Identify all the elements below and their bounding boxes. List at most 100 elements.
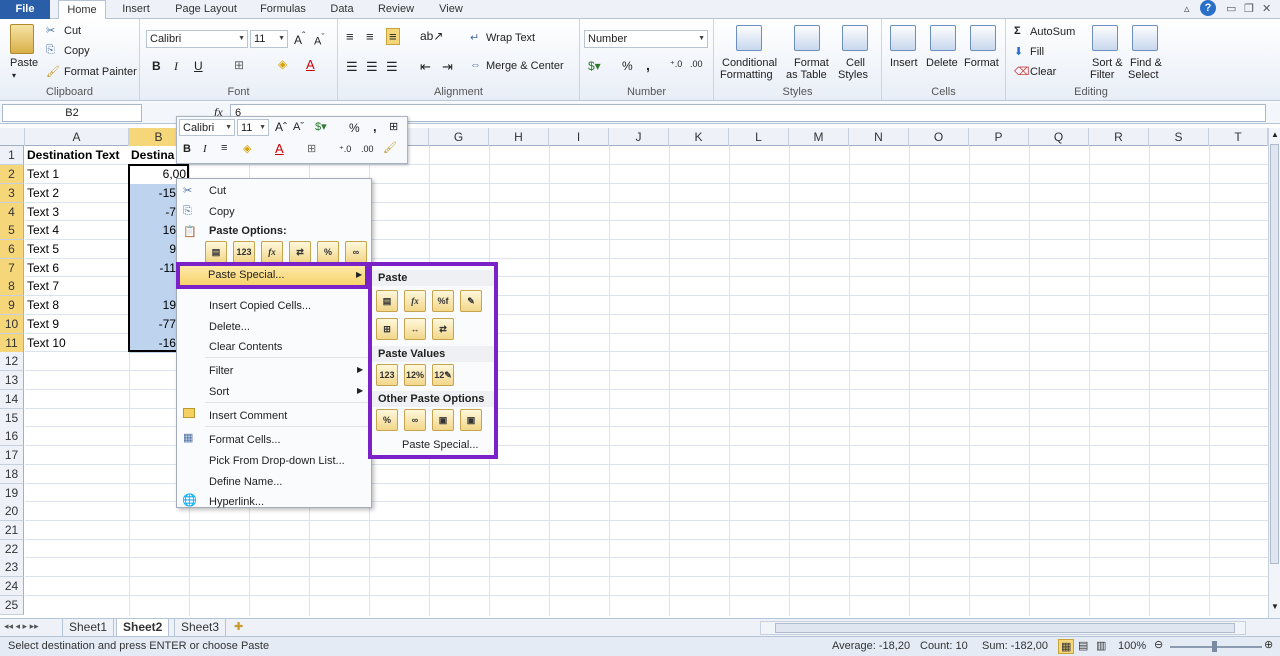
row-header[interactable]: 22 [0,540,24,559]
increase-decimal-icon[interactable]: ⁺.0 [339,144,351,155]
row-header[interactable]: 10 [0,315,24,334]
decrease-decimal-icon[interactable]: .00 [690,59,703,69]
percent-button[interactable]: % [622,59,633,73]
font-color-icon[interactable]: A [275,141,284,156]
page-layout-view-icon[interactable]: ▤ [1078,639,1088,652]
font-name-select[interactable]: Calibri ▼ [146,30,248,48]
select-all-corner[interactable] [0,128,25,146]
paste-values-source-format-icon[interactable]: 12✎ [432,364,454,386]
row-header[interactable]: 3 [0,184,24,203]
menu-item-copy[interactable]: Copy [209,206,235,218]
paste-values-icon[interactable]: 123 [376,364,398,386]
comma-button[interactable]: , [646,57,650,73]
paste-formulas-icon[interactable]: fx [261,241,283,263]
col-header-n[interactable]: N [849,128,909,146]
copy-button[interactable]: Copy [64,45,90,57]
sort-label[interactable]: Sort & [1092,57,1123,69]
col-header-l[interactable]: L [729,128,789,146]
table-cell[interactable]: Text 6 [25,259,59,278]
orientation-icon[interactable]: ab↗ [420,29,443,43]
row-header[interactable]: 8 [0,277,24,296]
menu-item-define-name[interactable]: Define Name... [209,476,282,488]
sheet-tab-2[interactable]: Sheet2 [116,619,170,637]
paste-icon[interactable]: ▤ [205,241,227,263]
row-header[interactable]: 18 [0,465,24,484]
currency-icon[interactable]: $▾ [315,120,327,133]
window-minimize-icon[interactable]: ▭ [1226,2,1236,15]
menu-item-hyperlink[interactable]: Hyperlink... [209,496,264,508]
tab-review[interactable]: Review [370,0,422,19]
tab-page-layout[interactable]: Page Layout [168,0,244,19]
format-painter-button[interactable]: Format Painter [64,66,137,78]
col-header-m[interactable]: M [789,128,849,146]
sheet-nav-icons[interactable]: ◂◂ ◂ ▸ ▸▸ [4,621,39,632]
table-cell[interactable]: Text 7 [25,277,59,296]
number-format-select[interactable]: Number ▼ [584,30,708,48]
paste-formulas-icon[interactable]: fx [404,290,426,312]
row-header[interactable]: 15 [0,409,24,428]
row-header[interactable]: 2 [0,165,24,184]
menu-item-insert-comment[interactable]: Insert Comment [209,410,287,422]
row-header[interactable]: 20 [0,502,24,521]
mini-comma-button[interactable]: , [373,119,377,134]
paste-transpose-icon[interactable]: ⇄ [432,318,454,340]
col-header-t[interactable]: T [1209,128,1268,146]
paste-no-borders-icon[interactable]: ⊞ [376,318,398,340]
tab-data[interactable]: Data [322,0,362,19]
col-header-q[interactable]: Q [1029,128,1089,146]
scroll-down-icon[interactable]: ▼ [1271,602,1279,611]
sheet-tab-3[interactable]: Sheet3 [174,619,227,637]
tab-insert[interactable]: Insert [112,0,160,19]
cell-label[interactable]: Cell [846,57,865,69]
paste-column-widths-icon[interactable]: ↔ [404,318,426,340]
find-label[interactable]: Find & [1130,57,1162,69]
row-header[interactable]: 25 [0,596,24,615]
cell-a1[interactable]: Destination Text [25,146,119,165]
menu-item-filter[interactable]: Filter [209,365,233,377]
scroll-thumb[interactable] [1270,144,1279,564]
row-header[interactable]: 11 [0,334,24,353]
table-cell[interactable]: Text 5 [25,240,59,259]
zoom-out-icon[interactable]: ⊖ [1154,638,1163,651]
row-header[interactable]: 13 [0,371,24,390]
col-header-h[interactable]: H [489,128,549,146]
increase-decimal-icon[interactable]: ⁺.0 [670,59,682,70]
window-close-icon[interactable]: ✕ [1262,2,1271,15]
menu-item-sort[interactable]: Sort [209,386,229,398]
row-header[interactable]: 19 [0,484,24,503]
cut-button[interactable]: Cut [64,25,81,37]
row-header[interactable]: 1 [0,146,24,165]
paste-transpose-icon[interactable]: ⇄ [289,241,311,263]
grow-font-icon[interactable]: Aˆ [275,120,287,134]
tab-file[interactable]: File [0,0,50,19]
fill-color-icon[interactable]: ◈ [278,57,287,71]
menu-item-insert-copied[interactable]: Insert Copied Cells... [209,300,311,312]
grow-font-icon[interactable]: Aˆ [294,31,305,47]
increase-indent-icon[interactable]: ⇥ [442,59,453,75]
row-header[interactable]: 17 [0,446,24,465]
paste-button[interactable]: Paste [10,57,38,69]
align-bottom-icon[interactable]: ≡ [386,28,400,45]
italic-button[interactable]: I [174,59,178,74]
row-header[interactable]: 12 [0,352,24,371]
clear-button[interactable]: Clear [1030,66,1056,78]
scroll-up-icon[interactable]: ▲ [1271,130,1279,139]
row-header[interactable]: 14 [0,390,24,409]
name-box[interactable]: B2 [2,104,142,122]
help-icon[interactable]: ? [1200,0,1216,16]
paste-formatting-icon[interactable]: % [317,241,339,263]
align-top-icon[interactable]: ≡ [346,29,354,44]
format-button[interactable]: Format [964,57,999,69]
col-header-s[interactable]: S [1149,128,1209,146]
window-restore-icon[interactable]: ❐ [1244,2,1254,15]
font-color-icon[interactable]: A [306,57,315,72]
col-header-p[interactable]: P [969,128,1029,146]
row-header[interactable]: 5 [0,221,24,240]
shrink-font-icon[interactable]: Aˇ [293,121,304,133]
shrink-font-icon[interactable]: Aˇ [314,32,324,48]
mini-italic-button[interactable]: I [203,143,207,155]
tab-view[interactable]: View [430,0,472,19]
paste-values-icon[interactable]: 123 [233,241,255,263]
submenu-paste-special-item[interactable]: Paste Special... [402,439,478,451]
col-header-r[interactable]: R [1089,128,1149,146]
